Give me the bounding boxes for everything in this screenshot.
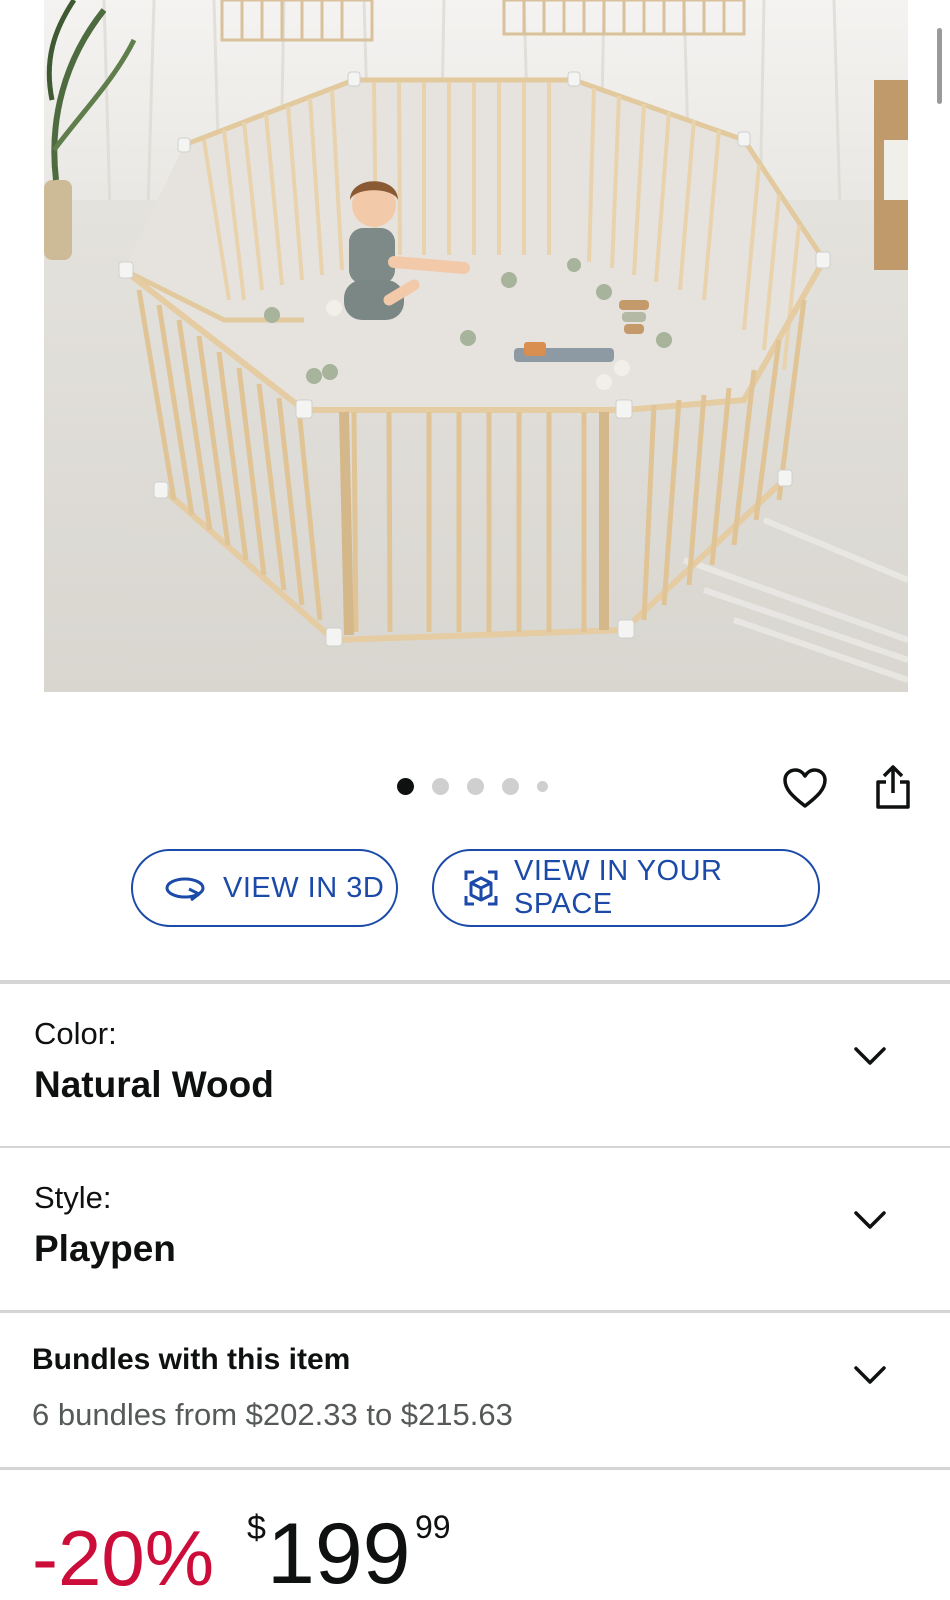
color-value: Natural Wood <box>34 1064 274 1105</box>
style-selector[interactable]: Style: Playpen <box>0 1148 950 1310</box>
bundles-section[interactable]: Bundles with this item 6 bundles from $2… <box>0 1313 950 1467</box>
product-photo[interactable] <box>44 0 908 692</box>
chevron-down-icon <box>854 1211 886 1229</box>
style-value: Playpen <box>34 1228 176 1269</box>
view-in-3d-button[interactable]: VIEW IN 3D <box>131 849 398 927</box>
bundles-title: Bundles with this item <box>32 1343 351 1376</box>
chevron-down-icon <box>854 1047 886 1065</box>
playpen-illustration <box>44 0 908 692</box>
view-in-your-space-button[interactable]: VIEW IN YOUR SPACE <box>432 849 820 927</box>
style-label: Style: <box>34 1180 112 1215</box>
carousel-dot-5[interactable] <box>537 781 548 792</box>
price-fraction: 99 <box>415 1509 451 1545</box>
carousel-dot-2[interactable] <box>432 778 449 795</box>
rotate-3d-icon <box>165 873 209 903</box>
chevron-down-icon <box>854 1366 886 1384</box>
carousel-dot-3[interactable] <box>467 778 484 795</box>
add-to-wishlist-button[interactable] <box>780 765 830 811</box>
bundles-subtitle: 6 bundles from $202.33 to $215.63 <box>32 1397 513 1432</box>
view-in-3d-label: VIEW IN 3D <box>223 871 385 904</box>
discount-percentage: -20% <box>32 1514 215 1600</box>
view-in-your-space-label: VIEW IN YOUR SPACE <box>514 855 723 920</box>
color-selector[interactable]: Color: Natural Wood <box>0 984 950 1146</box>
image-carousel-dots[interactable] <box>397 778 566 795</box>
price-whole: 199 <box>267 1506 411 1600</box>
row-divider <box>0 1467 950 1470</box>
color-label: Color: <box>34 1016 117 1051</box>
share-button[interactable] <box>870 762 916 812</box>
scrollbar[interactable] <box>937 28 942 104</box>
price-currency: $ <box>247 1509 266 1547</box>
share-icon <box>876 765 910 809</box>
carousel-dot-1[interactable] <box>397 778 414 795</box>
ar-cube-icon <box>462 868 500 908</box>
carousel-dot-4[interactable] <box>502 778 519 795</box>
product-image-area[interactable] <box>0 0 950 700</box>
heart-icon <box>783 768 827 808</box>
